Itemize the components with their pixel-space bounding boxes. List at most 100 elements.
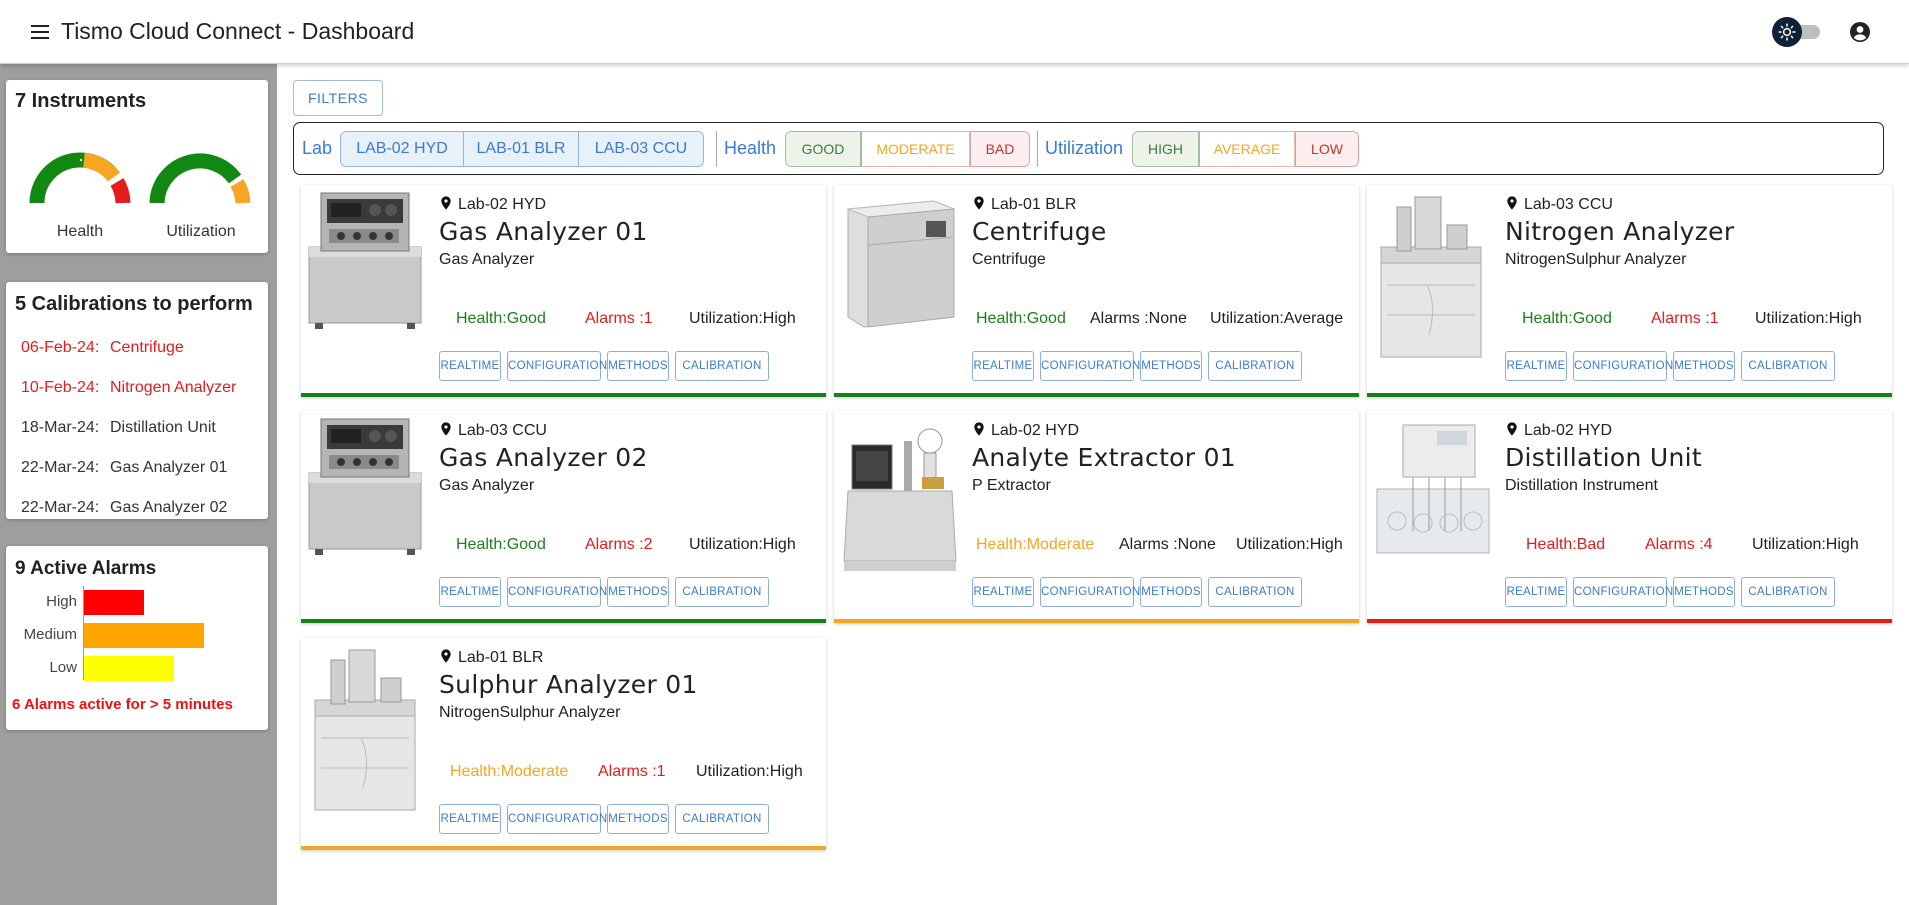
realtime-button[interactable]: REALTIME <box>439 804 501 834</box>
card-alarms: Alarms :1 <box>585 310 653 327</box>
card-health: Health:Bad <box>1526 536 1606 553</box>
card-alarms: Alarms :1 <box>598 763 666 780</box>
page-title: Tismo Cloud Connect - Dashboard <box>61 18 415 44</box>
card-instrument-name[interactable]: Centrifuge <box>972 217 1107 246</box>
card-status-line <box>834 619 1359 623</box>
instrument-card[interactable]: Lab-02 HYD Distillation Unit Distillation … <box>1367 411 1892 623</box>
calibration-button[interactable]: CALIBRATION <box>1208 351 1302 381</box>
realtime-button[interactable]: REALTIME <box>1505 577 1567 607</box>
configuration-button[interactable]: CONFIGURATION <box>1040 577 1140 607</box>
calibration-button[interactable]: CALIBRATION <box>675 351 769 381</box>
card-location-text: Lab-02 HYD <box>1524 422 1613 439</box>
utilization-filter-label: Utilization <box>1045 138 1124 158</box>
health-filter-chip[interactable]: GOOD <box>785 131 861 167</box>
configuration-button[interactable]: CONFIGURATION <box>1573 577 1673 607</box>
configuration-button[interactable]: CONFIGURATION <box>1573 351 1673 381</box>
instrument-card[interactable]: Lab-03 CCU Nitrogen Analyzer NitrogenSulph… <box>1367 185 1892 397</box>
card-instrument-name[interactable]: Analyte Extractor 01 <box>972 443 1236 472</box>
card-instrument-type: P Extractor <box>972 477 1051 494</box>
card-location: Lab-01 BLR <box>971 194 1076 214</box>
card-instrument-name[interactable]: Sulphur Analyzer 01 <box>439 670 698 699</box>
filter-bar: Lab LAB-02 HYD LAB-01 BLR LAB-03 CCU Healt… <box>293 122 1884 175</box>
calibrations-card[interactable]: 5 Calibrations to perform 06-Feb-24: Cent… <box>6 282 268 519</box>
methods-button[interactable]: METHODS <box>1673 577 1735 607</box>
health-gauge-label: Health <box>56 223 104 240</box>
realtime-button[interactable]: REALTIME <box>439 351 501 381</box>
calibration-item[interactable]: 10-Feb-24: Nitrogen Analyzer <box>21 379 236 397</box>
methods-button[interactable]: METHODS <box>1140 577 1202 607</box>
instrument-card[interactable]: Lab-02 HYD Analyte Extractor 01 P Extracto… <box>834 411 1359 623</box>
card-location-text: Lab-01 BLR <box>991 196 1077 213</box>
instrument-card[interactable]: Lab-03 CCU Gas Analyzer 02 Gas Analyzer Hea… <box>301 411 826 623</box>
utilization-filter-group: HIGH AVERAGE LOW <box>1132 131 1359 167</box>
calibration-button[interactable]: CALIBRATION <box>1208 577 1302 607</box>
card-location: Lab-02 HYD <box>971 420 1079 440</box>
card-instrument-name[interactable]: Nitrogen Analyzer <box>1505 217 1734 246</box>
card-utilization: Utilization:High <box>1236 536 1343 553</box>
realtime-button[interactable]: REALTIME <box>1505 351 1567 381</box>
card-location-text: Lab-01 BLR <box>458 649 544 666</box>
utilization-filter-chip[interactable]: LOW <box>1295 131 1359 167</box>
location-pin-icon <box>1507 422 1517 436</box>
calibration-item[interactable]: 18-Mar-24: Distillation Unit <box>21 419 216 437</box>
health-filter-chip[interactable]: BAD <box>970 131 1030 167</box>
calibration-button[interactable]: CALIBRATION <box>675 804 769 834</box>
menu-icon[interactable] <box>28 20 52 44</box>
card-location-text: Lab-02 HYD <box>458 196 547 213</box>
instruments-card[interactable]: 7 Instruments Health Utilization <box>6 80 268 253</box>
lab-filter-chip[interactable]: LAB-01 BLR <box>464 131 579 167</box>
utilization-filter-chip[interactable]: AVERAGE <box>1199 131 1295 167</box>
nitrogen-analyzer-image <box>314 649 416 811</box>
configuration-button[interactable]: CONFIGURATION <box>507 577 607 607</box>
account-circle-icon[interactable] <box>1848 20 1872 44</box>
alarms-card[interactable]: 9 Active Alarms High Medium Low 6 Alarms a… <box>6 546 268 730</box>
instrument-card[interactable]: Lab-01 BLR Centrifuge Centrifuge Health:Goo… <box>834 185 1359 397</box>
calibration-button[interactable]: CALIBRATION <box>1741 577 1835 607</box>
card-instrument-name[interactable]: Distillation Unit <box>1505 443 1702 472</box>
filters-button[interactable]: FILTERS <box>293 80 383 116</box>
card-utilization: Utilization:High <box>689 310 796 327</box>
lab-filter-chip[interactable]: LAB-02 HYD <box>340 131 464 167</box>
calibration-item[interactable]: 22-Mar-24: Gas Analyzer 02 <box>21 499 227 517</box>
card-instrument-name[interactable]: Gas Analyzer 01 <box>439 217 648 246</box>
calibration-item[interactable]: 22-Mar-24: Gas Analyzer 01 <box>21 459 227 477</box>
instrument-card[interactable]: Lab-01 BLR Sulphur Analyzer 01 NitrogenSul… <box>301 638 826 850</box>
configuration-button[interactable]: CONFIGURATION <box>507 351 607 381</box>
instrument-card[interactable]: Lab-02 HYD Gas Analyzer 01 Gas Analyzer Hea… <box>301 185 826 397</box>
calibration-button[interactable]: CALIBRATION <box>675 577 769 607</box>
methods-button[interactable]: METHODS <box>1140 351 1202 381</box>
location-pin-icon <box>441 649 451 663</box>
calibration-instrument: Gas Analyzer 02 <box>110 499 228 516</box>
calibration-instrument: Distillation Unit <box>110 419 216 436</box>
card-location: Lab-02 HYD <box>438 194 546 214</box>
calibration-item[interactable]: 06-Feb-24: Centrifuge <box>21 339 184 357</box>
card-instrument-name[interactable]: Gas Analyzer 02 <box>439 443 648 472</box>
card-utilization: Utilization:Average <box>1210 310 1344 327</box>
calibration-instrument: Centrifuge <box>110 339 184 356</box>
configuration-button[interactable]: CONFIGURATION <box>1040 351 1140 381</box>
methods-button[interactable]: METHODS <box>1673 351 1735 381</box>
location-pin-icon <box>974 422 984 436</box>
card-location: Lab-03 CCU <box>1504 194 1613 214</box>
card-instrument-type: Distillation Instrument <box>1505 477 1658 494</box>
alarm-level-label: High <box>46 593 77 610</box>
methods-button[interactable]: METHODS <box>607 351 669 381</box>
health-filter-chip[interactable]: MODERATE <box>861 131 970 167</box>
methods-button[interactable]: METHODS <box>607 804 669 834</box>
location-pin-icon <box>441 422 451 436</box>
calibration-button[interactable]: CALIBRATION <box>1741 351 1835 381</box>
location-pin-icon <box>1507 196 1517 210</box>
lab-filter-chip[interactable]: LAB-03 CCU <box>579 131 704 167</box>
card-alarms: Alarms :None <box>1119 536 1216 553</box>
theme-toggle[interactable] <box>1772 17 1824 47</box>
configuration-button[interactable]: CONFIGURATION <box>507 804 607 834</box>
utilization-gauge <box>149 153 251 204</box>
realtime-button[interactable]: REALTIME <box>439 577 501 607</box>
methods-button[interactable]: METHODS <box>607 577 669 607</box>
card-instrument-type: Gas Analyzer <box>439 477 535 494</box>
utilization-filter-chip[interactable]: HIGH <box>1132 131 1199 167</box>
card-health: Health:Moderate <box>976 536 1095 553</box>
realtime-button[interactable]: REALTIME <box>972 351 1034 381</box>
card-utilization: Utilization:High <box>1752 536 1859 553</box>
realtime-button[interactable]: REALTIME <box>972 577 1034 607</box>
